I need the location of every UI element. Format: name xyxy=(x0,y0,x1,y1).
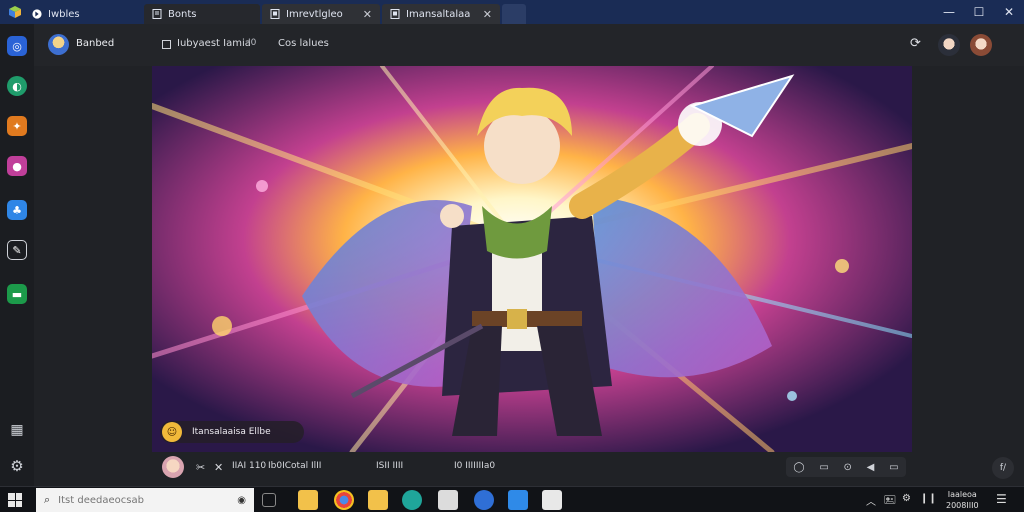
action-label[interactable]: I0 IIIIIIIa0 xyxy=(454,461,495,471)
blue-circle-app-icon[interactable]: ◎ xyxy=(7,36,27,56)
top-toolbar: Banbed Iubyaest Iamia I0 Cos lalues ⟳ xyxy=(34,24,1024,66)
tab-label: Imansaltalaa xyxy=(406,8,471,20)
edge-icon[interactable] xyxy=(402,490,422,510)
artwork-illustration xyxy=(152,66,912,452)
people-app-icon[interactable]: ♣ xyxy=(7,200,27,220)
minimize-icon[interactable]: — xyxy=(934,0,964,24)
user-name: Banbed xyxy=(76,38,115,49)
tab-label: Iwbles xyxy=(48,8,80,20)
network-icon[interactable]: 🖭 xyxy=(884,493,896,510)
profile-avatar-secondary[interactable] xyxy=(970,34,992,56)
profile-avatar[interactable] xyxy=(938,34,960,56)
creator-avatar[interactable] xyxy=(162,456,184,478)
tab-fourth[interactable]: Imansaltalaa ✕ xyxy=(382,4,500,24)
pink-app-icon[interactable]: ● xyxy=(7,156,27,176)
option-checkbox[interactable] xyxy=(162,40,171,49)
caption-badge-icon: ☺ xyxy=(162,422,182,442)
circle-icon[interactable]: ◯ xyxy=(793,462,804,473)
caption-text: Itansalaaisa Ellbe xyxy=(192,427,271,437)
clock-date: 2008III0 xyxy=(946,501,979,510)
window-controls: — ☐ ✕ xyxy=(934,0,1024,24)
checkbox-label: Iubyaest Iamia xyxy=(177,38,251,49)
system-clock[interactable]: Iaaleoa 2008III0 xyxy=(946,489,979,511)
file-explorer-icon[interactable] xyxy=(298,490,318,510)
taskbar-search[interactable]: ⌕ ◉ xyxy=(36,488,254,512)
store-icon[interactable] xyxy=(438,490,458,510)
action-label[interactable]: ISII IIII xyxy=(376,461,403,471)
browser-window: Iwbles Bonts Imrevtlgleo ✕ Imansaltalaa xyxy=(0,0,1024,486)
new-tab-button[interactable] xyxy=(502,4,526,24)
chrome-icon[interactable] xyxy=(334,490,354,510)
app-character-icon[interactable] xyxy=(542,490,562,510)
browser-app-icon[interactable]: ◐ xyxy=(7,76,27,96)
anime-artwork-image: ☺ Itansalaaisa Ellbe xyxy=(152,66,912,452)
settings-tray-icon[interactable]: ⚙ xyxy=(902,493,911,504)
title-bar: Iwbles Bonts Imrevtlgleo ✕ Imansaltalaa xyxy=(0,0,1024,24)
player-controls: ◯ ▭ ⊙ ◀ ▭ xyxy=(786,457,906,477)
notification-icon[interactable]: ☰ xyxy=(996,492,1007,506)
prev-icon[interactable]: ◀ xyxy=(867,462,875,473)
document-icon xyxy=(152,9,162,19)
share-icon[interactable]: ⟳ xyxy=(910,36,921,51)
app-photos-icon[interactable] xyxy=(508,490,528,510)
tab-label: Imrevtlgleo xyxy=(286,8,343,20)
app-blue-icon[interactable] xyxy=(474,490,494,510)
page-icon xyxy=(390,9,400,19)
target-icon[interactable]: ⊙ xyxy=(844,462,852,473)
tab-label: Bonts xyxy=(168,8,197,20)
maximize-icon[interactable]: ☐ xyxy=(964,0,994,24)
sidebar: ◎ ◐ ✦ ● ♣ ✎ ▬ ▦ ⚙ xyxy=(0,24,34,486)
action-bar: ✂ ✕ IIAI 110 Ib0ICotal IlII ISII IIII I0… xyxy=(152,452,912,482)
close-icon[interactable]: ✕ xyxy=(994,0,1024,24)
volume-icon[interactable]: ❙❙ xyxy=(920,493,937,504)
rect-icon[interactable]: ▭ xyxy=(819,462,828,473)
small-tag: I0 xyxy=(248,38,257,48)
search-icon: ⌕ xyxy=(44,493,51,506)
rect-icon[interactable]: ▭ xyxy=(889,462,898,473)
tray-expand-icon[interactable]: ︿ xyxy=(866,493,876,508)
search-input[interactable] xyxy=(58,494,209,506)
values-link[interactable]: Cos lalues xyxy=(278,38,329,49)
task-view-icon[interactable] xyxy=(262,493,276,507)
camera-icon[interactable]: ◉ xyxy=(237,495,246,506)
user-avatar[interactable] xyxy=(48,34,69,55)
close-icon[interactable]: ✕ xyxy=(214,461,223,474)
start-windows-icon[interactable] xyxy=(8,493,22,507)
pen-app-icon[interactable]: ✎ xyxy=(7,240,27,260)
page-icon xyxy=(270,9,280,19)
floating-action-button[interactable]: f/ xyxy=(992,457,1014,479)
tab-active[interactable]: Bonts xyxy=(144,4,260,24)
calendar-icon[interactable]: ▦ xyxy=(7,420,27,440)
tab-logo-icon xyxy=(32,9,42,19)
settings-gear-icon[interactable]: ⚙ xyxy=(7,456,27,476)
green-app-icon[interactable]: ▬ xyxy=(7,284,27,304)
tab-home[interactable]: Iwbles xyxy=(30,4,144,24)
tab-close-icon[interactable]: ✕ xyxy=(483,8,492,21)
folder-icon[interactable] xyxy=(368,490,388,510)
clock-time: Iaaleoa xyxy=(947,490,977,499)
action-label[interactable]: IIAI 110 xyxy=(232,461,266,471)
taskbar: ⌕ ◉ ︿ 🖭 ⚙ ❙❙ Iaaleoa 2008III0 ☰ xyxy=(0,486,1024,512)
app-logo-icon[interactable] xyxy=(0,0,30,24)
puzzle-app-icon[interactable]: ✦ xyxy=(7,116,27,136)
action-label[interactable]: Ib0ICotal IlII xyxy=(268,461,321,471)
tab-third[interactable]: Imrevtlgleo ✕ xyxy=(262,4,380,24)
scissors-icon[interactable]: ✂ xyxy=(196,461,205,474)
tab-close-icon[interactable]: ✕ xyxy=(363,8,372,21)
caption-pill[interactable]: ☺ Itansalaaisa Ellbe xyxy=(160,421,304,443)
